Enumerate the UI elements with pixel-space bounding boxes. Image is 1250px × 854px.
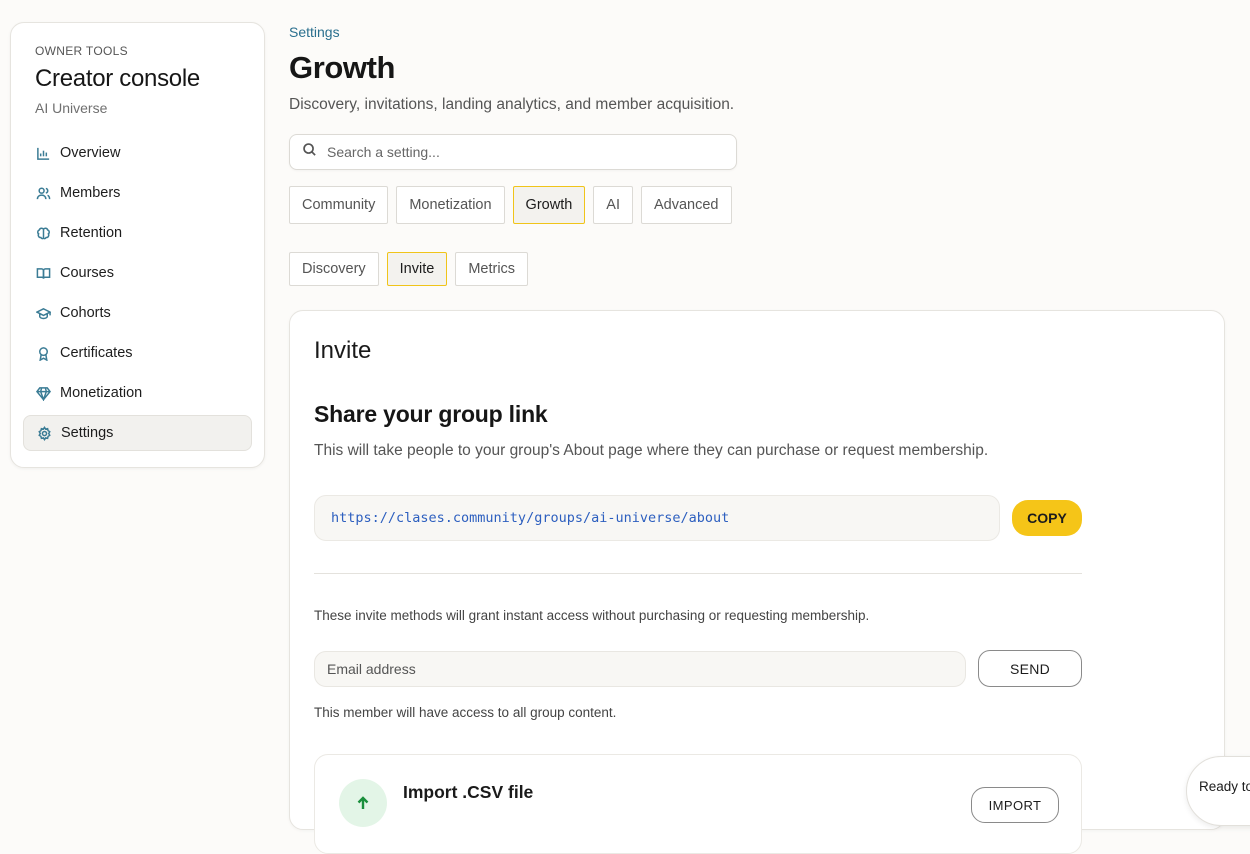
search-box <box>289 134 737 170</box>
import-button[interactable]: IMPORT <box>971 787 1059 823</box>
subtab-metrics[interactable]: Metrics <box>455 252 529 286</box>
invite-card: Invite Share your group link This will t… <box>289 310 1225 854</box>
sidebar-subtitle: AI Universe <box>35 100 108 116</box>
copy-link-button[interactable]: COPY <box>1012 500 1082 536</box>
group-link-field[interactable]: https://clases.community/groups/ai-unive… <box>314 495 1000 541</box>
sidebar-item-label: Members <box>60 185 121 201</box>
email-field[interactable] <box>327 661 947 677</box>
sidebar-item-label: Settings <box>61 425 114 441</box>
breadcrumb[interactable]: Settings <box>289 24 340 40</box>
share-link-title: Share your group link <box>314 401 548 427</box>
sidebar-item-overview[interactable]: Overview <box>23 135 252 171</box>
upload-arrow-icon <box>339 779 387 827</box>
sidebar-item-label: Monetization <box>60 385 143 401</box>
sidebar-item-label: Overview <box>60 145 121 161</box>
sidebar-item-cohorts[interactable]: Cohorts <box>23 295 252 331</box>
subtab-invite[interactable]: Invite <box>386 252 448 286</box>
tab-monetization[interactable]: Monetization <box>396 186 505 224</box>
sidebar-item-settings[interactable]: Settings <box>23 415 252 451</box>
tab-advanced[interactable]: Advanced <box>641 186 732 224</box>
sidebar-item-label: Retention <box>60 225 123 241</box>
page-description: Discovery, invitations, landing analytic… <box>289 96 735 113</box>
sidebar-title: Creator console <box>35 65 200 92</box>
gear-icon <box>36 425 52 441</box>
sidebar-nav: Overview Members Retention Courses Cohor… <box>23 135 252 451</box>
card-title: Invite <box>314 337 372 364</box>
main-content: Settings Growth Discovery, invitations, … <box>289 0 1250 854</box>
import-csv-card: Import .CSV file IMPORT <box>314 754 1082 854</box>
send-invite-button[interactable]: SEND <box>978 650 1082 687</box>
sidebar-item-monetization[interactable]: Monetization <box>23 375 252 411</box>
tab-ai[interactable]: AI <box>593 186 633 224</box>
sidebar-item-label: Certificates <box>60 345 133 361</box>
sidebar-item-members[interactable]: Members <box>23 175 252 211</box>
brain-icon <box>35 225 51 241</box>
sidebar-item-label: Cohorts <box>60 305 111 321</box>
sidebar-item-courses[interactable]: Courses <box>23 255 252 291</box>
tab-community[interactable]: Community <box>289 186 389 224</box>
sidebar-eyebrow: OWNER TOOLS <box>35 44 128 58</box>
sidebar-item-certificates[interactable]: Certificates <box>23 335 252 371</box>
award-icon <box>35 345 51 361</box>
sidebar: OWNER TOOLS Creator console AI Universe … <box>10 22 265 468</box>
tab-growth[interactable]: Growth <box>512 186 586 224</box>
graduation-cap-icon <box>35 305 51 321</box>
sidebar-item-retention[interactable]: Retention <box>23 215 252 251</box>
subtab-discovery[interactable]: Discovery <box>289 252 379 286</box>
sidebar-item-label: Courses <box>60 265 114 281</box>
share-link-description: This will take people to your group's Ab… <box>314 442 989 459</box>
status-toast: Ready to <box>1186 756 1250 826</box>
invite-methods-note: These invite methods will grant instant … <box>314 608 870 623</box>
search-input[interactable] <box>327 144 707 160</box>
users-icon <box>35 185 51 201</box>
page-title: Growth <box>289 50 396 85</box>
email-access-note: This member will have access to all grou… <box>314 705 617 720</box>
bar-chart-icon <box>35 145 51 161</box>
gem-icon <box>35 385 51 401</box>
email-field-wrapper <box>314 651 966 687</box>
divider <box>314 573 1082 574</box>
growth-subtabs: Discovery Invite Metrics <box>289 252 529 286</box>
settings-tabs: Community Monetization Growth AI Advance… <box>289 186 732 224</box>
search-icon <box>302 142 317 162</box>
book-icon <box>35 265 51 281</box>
